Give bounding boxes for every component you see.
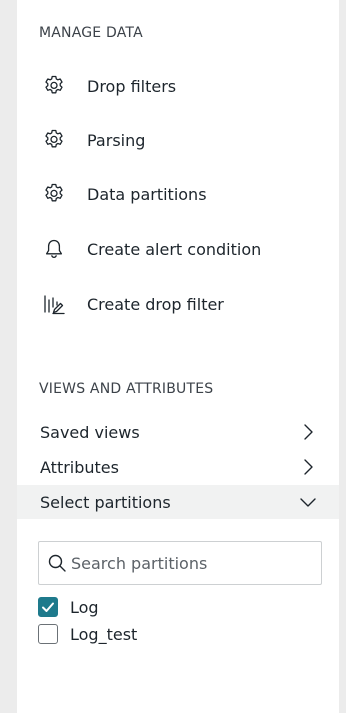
- parsing-label: Parsing: [87, 130, 146, 150]
- gear-icon: [39, 125, 69, 155]
- checkmark-icon: [42, 602, 54, 612]
- select-partitions-row[interactable]: Select partitions: [17, 485, 339, 519]
- data-partitions-item[interactable]: Data partitions: [39, 175, 329, 213]
- checkbox-checked[interactable]: [38, 597, 58, 617]
- create-drop-filter-label: Create drop filter: [87, 294, 224, 314]
- partition-option-label: Log: [70, 597, 99, 617]
- partition-option-label: Log_test: [70, 624, 138, 644]
- select-partitions-label: Select partitions: [40, 492, 171, 512]
- attributes-label: Attributes: [40, 457, 119, 477]
- manage-data-heading: MANAGE DATA: [39, 25, 143, 41]
- data-partitions-label: Data partitions: [87, 184, 207, 204]
- search-partitions-box: [38, 541, 322, 585]
- search-partitions-input[interactable]: [69, 552, 313, 574]
- search-icon: [47, 553, 67, 573]
- chevron-down-icon: [299, 493, 317, 511]
- drop-filters-label: Drop filters: [87, 76, 177, 96]
- gear-icon: [39, 71, 69, 101]
- side-panel: MANAGE DATA Drop filters Parsing Data pa…: [17, 0, 339, 713]
- attributes-row[interactable]: Attributes: [17, 450, 339, 484]
- chevron-right-icon: [299, 423, 317, 441]
- bell-icon: [39, 234, 69, 264]
- saved-views-row[interactable]: Saved views: [17, 415, 339, 449]
- parsing-item[interactable]: Parsing: [39, 121, 329, 159]
- create-alert-condition-item[interactable]: Create alert condition: [39, 230, 329, 268]
- chevron-right-icon: [299, 458, 317, 476]
- gear-icon: [39, 179, 69, 209]
- views-attributes-heading: VIEWS AND ATTRIBUTES: [39, 381, 214, 397]
- partition-option-log[interactable]: Log: [38, 595, 99, 619]
- checkbox-unchecked[interactable]: [38, 624, 58, 644]
- create-drop-filter-item[interactable]: Create drop filter: [39, 285, 329, 323]
- partition-option-log-test[interactable]: Log_test: [38, 622, 137, 646]
- saved-views-label: Saved views: [40, 422, 140, 442]
- create-alert-condition-label: Create alert condition: [87, 239, 262, 259]
- drop-filter-icon: [39, 289, 69, 319]
- drop-filters-item[interactable]: Drop filters: [39, 67, 329, 105]
